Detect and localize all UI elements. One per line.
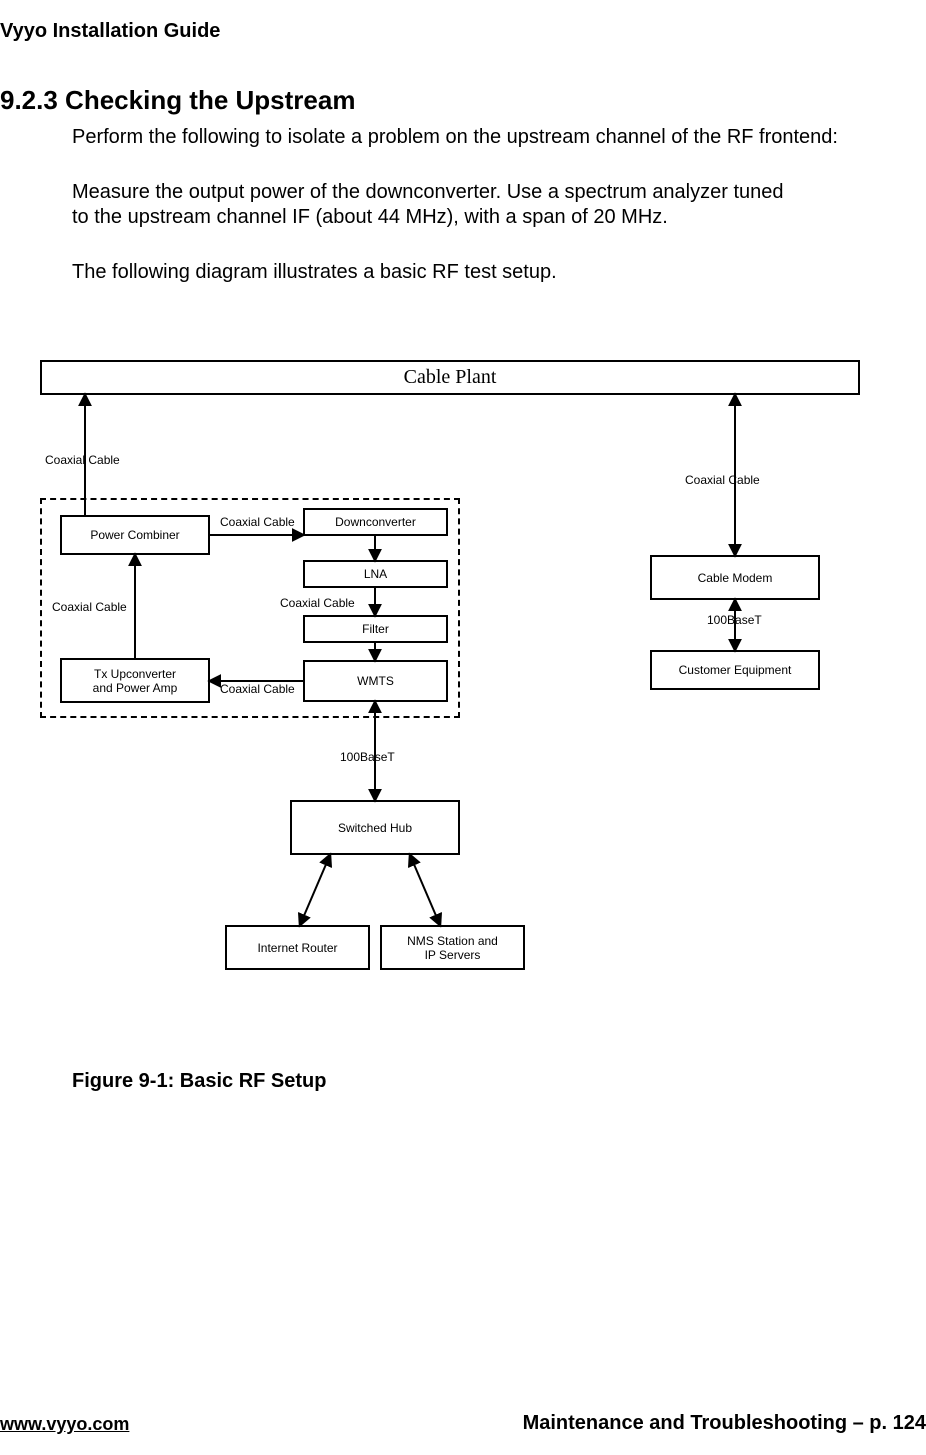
footer-pager: Maintenance and Troubleshooting – p. 124 [523, 1412, 926, 1435]
section-heading: 9.2.3 Checking the Upstream [0, 85, 355, 116]
running-head: Vyyo Installation Guide [0, 20, 220, 43]
paragraph-3: The following diagram illustrates a basi… [72, 260, 862, 285]
rf-diagram: Cable Plant Power Combiner Tx Upconverte… [40, 360, 860, 1020]
paragraph-1: Perform the following to isolate a probl… [72, 125, 862, 150]
figure-caption: Figure 9-1: Basic RF Setup [72, 1070, 327, 1093]
paragraph-2: Measure the output power of the downconv… [72, 180, 792, 230]
diagram-connectors [40, 360, 860, 1020]
footer-url[interactable]: www.vyyo.com [0, 1414, 129, 1435]
